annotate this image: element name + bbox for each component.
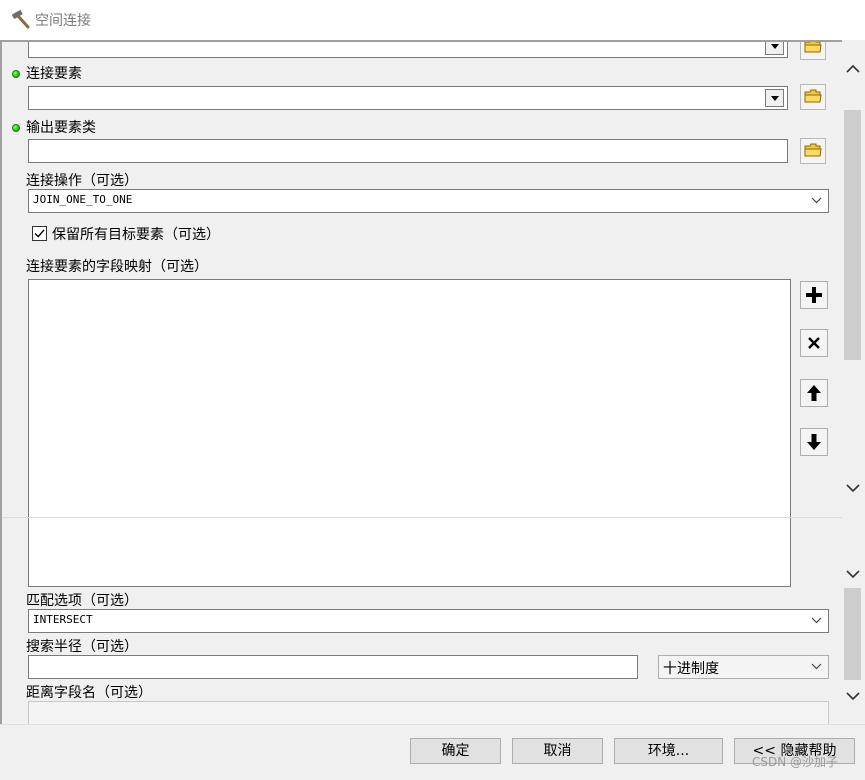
chevron-down-icon[interactable] bbox=[846, 567, 860, 581]
plus-icon bbox=[806, 287, 822, 303]
match-option-select[interactable]: INTERSECT bbox=[28, 609, 829, 633]
search-radius-field[interactable] bbox=[28, 655, 638, 679]
join-features-browse-button[interactable] bbox=[800, 84, 826, 110]
parameters-panel: 连接要素 输出要素类 连接操作（可选） JOIN_ONE_TO_ONE 保留所有… bbox=[0, 40, 842, 724]
chevron-down-icon[interactable] bbox=[846, 689, 860, 703]
field-mapping-list[interactable] bbox=[28, 279, 791, 587]
move-field-down-button[interactable] bbox=[800, 428, 828, 456]
hammer-icon bbox=[10, 8, 32, 30]
join-operation-label: 连接操作（可选） bbox=[26, 173, 138, 189]
field-mapping-label: 连接要素的字段映射（可选） bbox=[26, 259, 208, 275]
match-option-label: 匹配选项（可选） bbox=[26, 593, 138, 609]
output-feature-class-browse-button[interactable] bbox=[800, 138, 826, 164]
scrollbar-thumb[interactable] bbox=[844, 110, 861, 360]
folder-icon bbox=[804, 42, 822, 53]
folder-icon bbox=[804, 89, 822, 103]
title-bar bbox=[0, 0, 865, 40]
required-dot-icon bbox=[12, 70, 20, 78]
chevron-down-icon bbox=[811, 197, 822, 204]
keep-all-targets-checkbox[interactable] bbox=[32, 226, 47, 241]
scrollbar-thumb[interactable] bbox=[844, 588, 861, 680]
chevron-down-icon bbox=[811, 617, 822, 624]
chevron-up-icon[interactable] bbox=[846, 62, 860, 76]
distance-field-label: 距离字段名（可选） bbox=[26, 685, 152, 701]
x-icon bbox=[808, 337, 820, 349]
keep-all-targets-label[interactable]: 保留所有目标要素（可选） bbox=[52, 224, 220, 244]
chevron-down-icon[interactable] bbox=[846, 481, 860, 495]
target-features-field[interactable] bbox=[28, 42, 788, 58]
watermark-text: CSDN @沙加子 bbox=[752, 755, 839, 769]
join-operation-select[interactable]: JOIN_ONE_TO_ONE bbox=[28, 189, 829, 213]
target-features-browse-button[interactable] bbox=[800, 42, 826, 60]
search-radius-unit-select[interactable]: 十进制度 bbox=[658, 655, 829, 679]
join-features-field[interactable] bbox=[28, 86, 788, 110]
chevron-down-icon bbox=[811, 663, 822, 670]
join-features-dropdown-button[interactable] bbox=[765, 89, 784, 107]
panel-divider bbox=[2, 517, 842, 518]
target-features-dropdown-button[interactable] bbox=[765, 42, 784, 55]
required-dot-icon bbox=[12, 124, 20, 132]
ok-button[interactable]: 确定 bbox=[410, 738, 501, 764]
remove-field-button[interactable] bbox=[800, 329, 828, 357]
search-radius-label: 搜索半径（可选） bbox=[26, 639, 138, 655]
cancel-button[interactable]: 取消 bbox=[512, 738, 603, 764]
environments-button[interactable]: 环境... bbox=[614, 738, 723, 764]
add-field-button[interactable] bbox=[800, 281, 828, 309]
output-feature-class-label: 输出要素类 bbox=[26, 120, 96, 136]
output-feature-class-field[interactable] bbox=[28, 139, 788, 163]
arrow-down-icon bbox=[807, 434, 821, 450]
arrow-up-icon bbox=[807, 385, 821, 401]
window-title: 空间连接 bbox=[35, 13, 91, 29]
distance-field-input[interactable] bbox=[28, 701, 829, 724]
join-features-label: 连接要素 bbox=[26, 66, 82, 82]
move-field-up-button[interactable] bbox=[800, 379, 828, 407]
folder-icon bbox=[804, 143, 822, 157]
checkmark-icon bbox=[34, 229, 45, 238]
